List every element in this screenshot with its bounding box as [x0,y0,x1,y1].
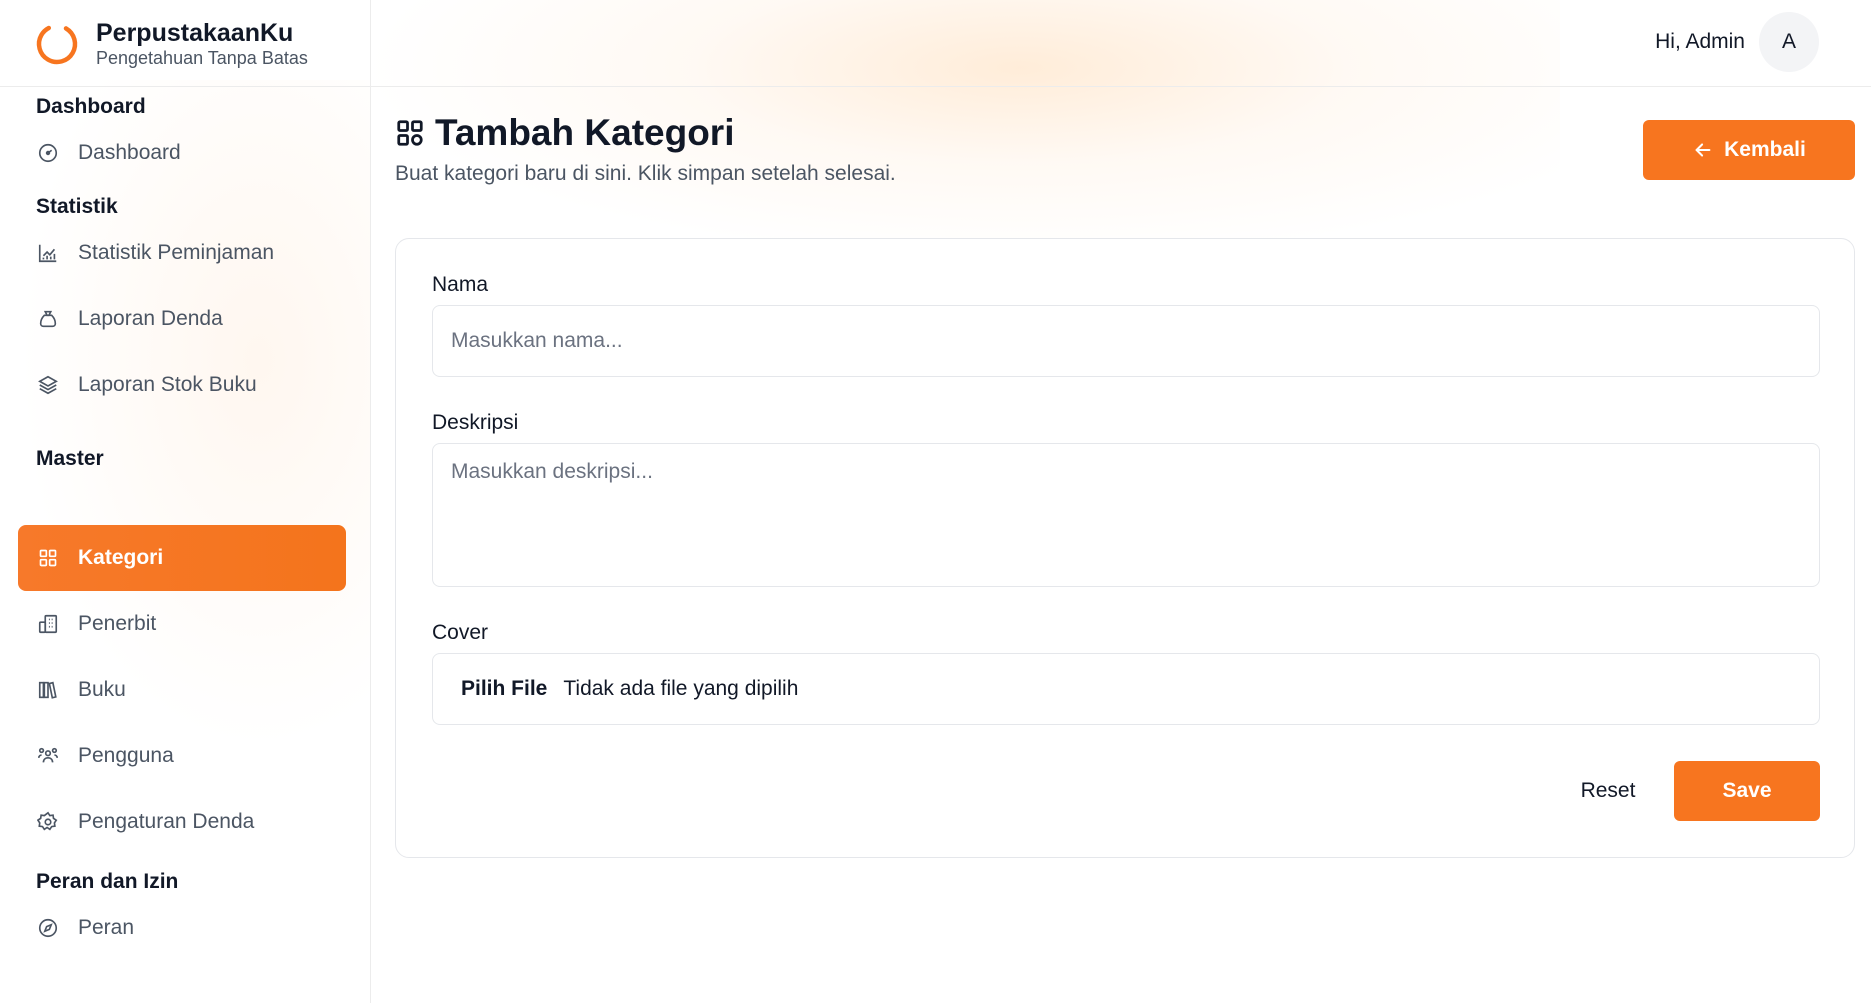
users-icon [36,744,60,768]
layers-icon [36,373,60,397]
settings-icon [36,810,60,834]
sidebar-item-label: Kategori [78,546,164,569]
chart-icon [36,241,60,265]
grid-icon [36,546,60,570]
sidebar-section-master: Master [36,447,104,470]
arrow-left-icon [1692,139,1714,161]
brand-text: PerpustakaanKu Pengetahuan Tanpa Batas [96,19,308,69]
avatar[interactable]: A [1759,12,1819,72]
user-menu[interactable]: Hi, Admin A [1655,12,1819,72]
sidebar-item-label: Peran [78,916,135,939]
reset-button[interactable]: Reset [1536,761,1680,821]
sidebar-item-pengguna[interactable]: Pengguna [18,723,346,789]
gauge-icon [36,141,60,165]
sidebar: Dashboard Dashboard Statistik Statistik … [0,87,371,1003]
sidebar-section-dashboard: Dashboard [36,95,146,118]
compass-icon [36,916,60,940]
sidebar-item-label: Penerbit [78,612,157,635]
cover-label: Cover [432,621,489,644]
sidebar-item-statistik-peminjaman[interactable]: Statistik Peminjaman [18,220,346,286]
sidebar-item-peran[interactable]: Peran [18,895,346,961]
sidebar-item-label: Pengguna [78,744,174,767]
money-bag-icon [36,307,60,331]
user-greeting: Hi, Admin [1655,30,1745,53]
brand[interactable]: PerpustakaanKu Pengetahuan Tanpa Batas [0,0,371,87]
ring-logo-icon [34,21,80,67]
name-input[interactable] [432,305,1820,377]
page-header: Tambah Kategori Buat kategori baru di si… [395,112,896,186]
page-title-row: Tambah Kategori [395,112,896,154]
cover-file-input[interactable]: Pilih File Tidak ada file yang dipilih [432,653,1820,725]
sidebar-item-laporan-stok-buku[interactable]: Laporan Stok Buku [18,352,346,418]
sidebar-item-label: Laporan Stok Buku [78,373,257,396]
choose-file-button[interactable]: Pilih File [461,677,547,701]
sidebar-section-peran-dan-izin: Peran dan Izin [36,870,179,893]
sidebar-item-penerbit[interactable]: Penerbit [18,591,346,657]
grid-icon [395,118,425,148]
sidebar-item-label: Laporan Denda [78,307,223,330]
sidebar-item-label: Statistik Peminjaman [78,241,275,264]
page-title: Tambah Kategori [435,112,735,153]
app-root: PerpustakaanKu Pengetahuan Tanpa Batas H… [0,0,1871,1003]
save-button[interactable]: Save [1674,761,1820,821]
file-status-text: Tidak ada file yang dipilih [563,677,799,700]
books-icon [36,678,60,702]
brand-tagline: Pengetahuan Tanpa Batas [96,47,308,68]
page-subtitle: Buat kategori baru di sini. Klik simpan … [395,162,896,185]
building-icon [36,612,60,636]
description-label: Deskripsi [432,411,519,434]
sidebar-item-pengaturan-denda[interactable]: Pengaturan Denda [18,789,346,855]
back-button-label: Kembali [1724,138,1806,161]
sidebar-item-dashboard[interactable]: Dashboard [18,120,346,186]
sidebar-item-laporan-denda[interactable]: Laporan Denda [18,286,346,352]
brand-name: PerpustakaanKu [96,18,294,47]
top-bar: PerpustakaanKu Pengetahuan Tanpa Batas H… [0,0,1871,87]
name-label: Nama [432,273,489,296]
form-card: Nama Deskripsi Cover Pilih File Tidak ad… [395,238,1855,858]
back-button[interactable]: Kembali [1643,120,1855,180]
sidebar-item-kategori[interactable]: Kategori [18,525,346,591]
sidebar-section-statistik: Statistik [36,195,118,218]
sidebar-item-label: Dashboard [78,141,181,164]
description-textarea[interactable] [432,443,1820,587]
sidebar-item-buku[interactable]: Buku [18,657,346,723]
sidebar-item-label: Buku [78,678,126,701]
sidebar-item-label: Pengaturan Denda [78,810,255,833]
